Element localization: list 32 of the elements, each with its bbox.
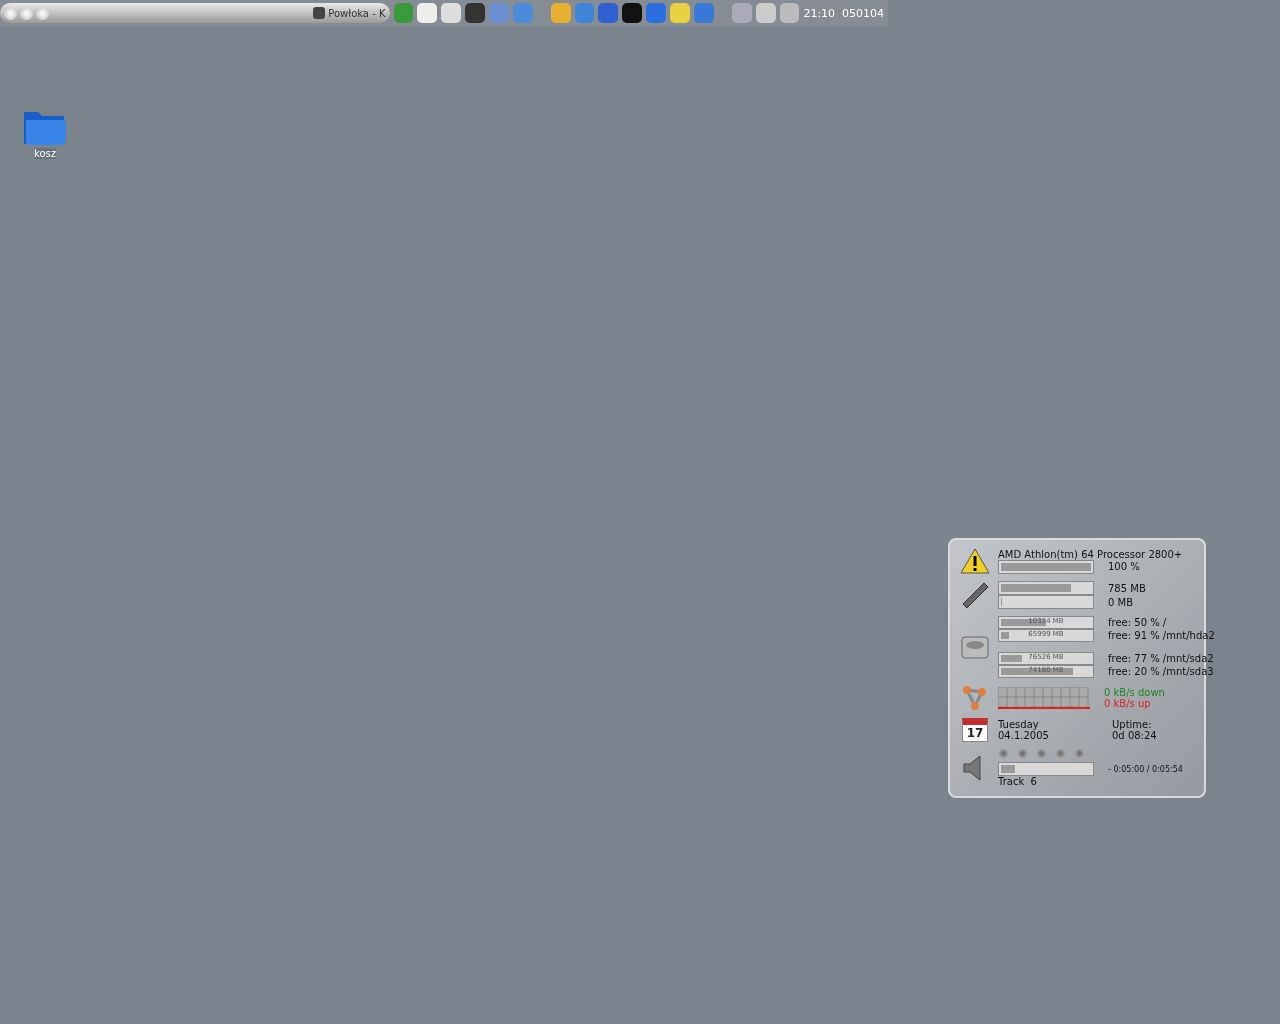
disk-free-reading: free: 77 % /mnt/sda2 bbox=[1108, 653, 1214, 664]
disk-free-reading: free: 20 % /mnt/sda3 bbox=[1108, 666, 1214, 677]
stop-button[interactable] bbox=[1055, 748, 1066, 759]
date: 04.1.2005 bbox=[998, 730, 1050, 741]
icon-label[interactable]: kosz bbox=[34, 148, 56, 159]
track-title: Track 6 bbox=[998, 776, 1038, 787]
memory-reading: 785 MB bbox=[1108, 582, 1146, 594]
pause-button[interactable] bbox=[1036, 748, 1047, 759]
disk-free-reading: free: 91 % /mnt/hda2 bbox=[1108, 630, 1215, 641]
play-button[interactable] bbox=[1017, 748, 1028, 759]
previous-button[interactable] bbox=[998, 748, 1009, 759]
next-button[interactable] bbox=[1074, 748, 1085, 759]
window-control-icon[interactable] bbox=[4, 6, 17, 20]
track-progress-bar[interactable] bbox=[998, 762, 1094, 776]
download-rate: 0 kB/s down bbox=[1104, 687, 1165, 698]
cpu-name: AMD Athlon(tm) 64 Processor 2800+ bbox=[998, 548, 1183, 560]
window-control-icon[interactable] bbox=[36, 6, 49, 20]
calendar-icon: 17 bbox=[962, 718, 988, 742]
track-time: - 0:05:00 / 0:05:54 bbox=[1108, 763, 1183, 775]
weekday: Tuesday bbox=[998, 719, 1040, 730]
window-task-button[interactable]: Powłoka - K bbox=[0, 3, 390, 23]
upload-rate: 0 kB/s up bbox=[1104, 698, 1152, 709]
hard-drive-icon bbox=[960, 634, 990, 660]
clock: 21:10 050104 bbox=[803, 6, 886, 20]
uptime-value: 0d 08:24 bbox=[1112, 730, 1157, 741]
window-control-icon[interactable] bbox=[20, 6, 33, 20]
memory-module-icon bbox=[960, 580, 990, 610]
cpu-reading: 100 % bbox=[1108, 561, 1140, 572]
memory-reading: 0 MB bbox=[1108, 596, 1134, 608]
disk-free-reading: free: 50 % / bbox=[1108, 617, 1167, 628]
warning-icon bbox=[960, 548, 990, 574]
uptime-label: Uptime: bbox=[1112, 719, 1152, 730]
